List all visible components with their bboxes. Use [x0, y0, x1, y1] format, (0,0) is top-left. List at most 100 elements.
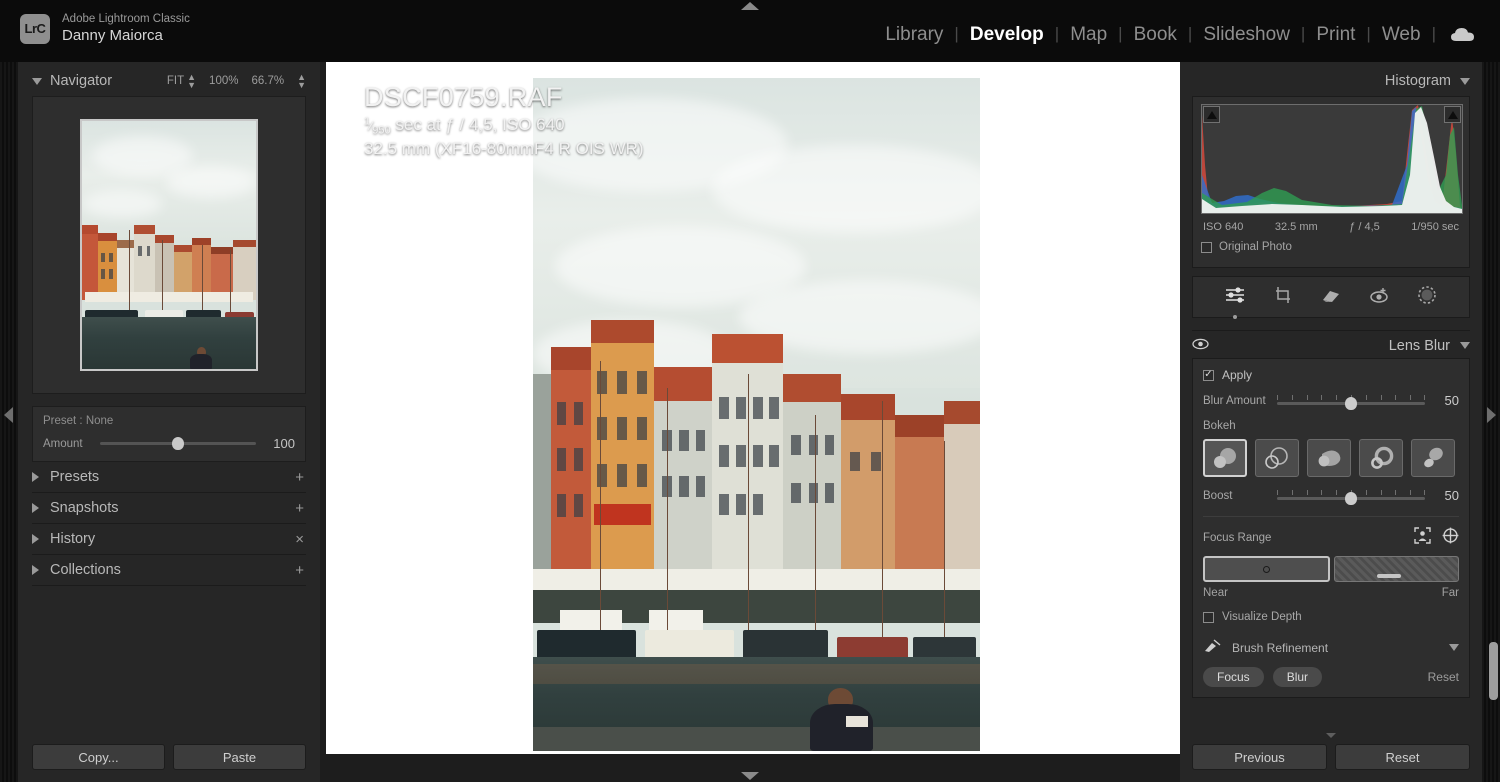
- zoom-fit-stepper-icon[interactable]: ▲ ▼: [187, 73, 196, 90]
- chevron-down-icon[interactable]: [32, 77, 42, 85]
- bokeh-label: Bokeh: [1203, 420, 1236, 432]
- main-photo[interactable]: [533, 78, 980, 751]
- chevron-right-icon[interactable]: [32, 534, 39, 544]
- sidebar-item-presets[interactable]: Presets +: [32, 462, 306, 493]
- brush-blur-button[interactable]: Blur: [1272, 667, 1323, 687]
- brush-reset-link[interactable]: Reset: [1428, 670, 1459, 684]
- left-panel-edge[interactable]: [0, 62, 18, 782]
- chevron-right-icon[interactable]: [32, 565, 39, 575]
- brush-focus-button[interactable]: Focus: [1203, 667, 1264, 687]
- module-book[interactable]: Book: [1123, 25, 1188, 44]
- chevron-right-icon[interactable]: [32, 472, 39, 482]
- boost-knob[interactable]: [1345, 491, 1357, 505]
- bokeh-rings-swatch[interactable]: [1255, 439, 1299, 477]
- filmstrip-collapse-handle[interactable]: [741, 772, 759, 780]
- histogram-metadata: ISO 640 32.5 mm ƒ / 4,5 1/950 sec: [1201, 221, 1461, 233]
- bokeh-circle-swatch[interactable]: [1203, 439, 1247, 477]
- right-panel-edge[interactable]: [1482, 62, 1500, 782]
- masking-icon[interactable]: [1416, 285, 1438, 310]
- right-panel-scrollbar[interactable]: [1489, 642, 1498, 700]
- cloud-icon[interactable]: [1436, 26, 1486, 42]
- amount-slider[interactable]: [100, 437, 256, 450]
- boost-row: Boost 50: [1203, 488, 1459, 505]
- sidebar-item-history[interactable]: History ×: [32, 524, 306, 555]
- chevron-right-icon[interactable]: [32, 503, 39, 513]
- visualize-depth-toggle[interactable]: Visualize Depth: [1203, 611, 1459, 623]
- add-preset-icon[interactable]: +: [295, 469, 304, 486]
- module-print[interactable]: Print: [1305, 25, 1366, 44]
- bokeh-donut-swatch[interactable]: [1359, 439, 1403, 477]
- spot-removal-icon[interactable]: [1320, 285, 1342, 310]
- focus-range-label: Focus Range: [1203, 532, 1272, 544]
- focus-range-near-segment[interactable]: [1203, 556, 1330, 582]
- snapshots-label: Snapshots: [50, 500, 119, 516]
- top-panel-collapse-handle[interactable]: [741, 2, 759, 10]
- crop-icon[interactable]: [1272, 285, 1294, 310]
- chevron-down-icon[interactable]: [1449, 644, 1459, 651]
- sidebar-item-collections[interactable]: Collections +: [32, 555, 306, 586]
- zoom-custom-button[interactable]: 66.7%: [251, 75, 284, 87]
- module-slideshow[interactable]: Slideshow: [1192, 25, 1301, 44]
- brush-refinement-header[interactable]: Brush Refinement: [1203, 639, 1459, 656]
- bokeh-cateye-swatch[interactable]: [1411, 439, 1455, 477]
- blur-amount-value[interactable]: 50: [1433, 393, 1459, 408]
- sidebar-item-snapshots[interactable]: Snapshots +: [32, 493, 306, 524]
- reset-button[interactable]: Reset: [1335, 744, 1470, 770]
- copy-button[interactable]: Copy...: [32, 744, 165, 770]
- chevron-down-icon[interactable]: [1460, 77, 1470, 85]
- module-develop[interactable]: Develop: [959, 25, 1055, 44]
- blur-amount-slider[interactable]: [1277, 394, 1425, 410]
- blur-amount-knob[interactable]: [1345, 396, 1357, 410]
- original-photo-toggle[interactable]: Original Photo: [1201, 241, 1461, 253]
- aperture-value: ƒ / 4,5: [1349, 221, 1380, 233]
- photo-thumbnail-render: [82, 121, 256, 369]
- lens-blur-header[interactable]: Lens Blur: [1192, 330, 1470, 356]
- visualize-depth-checkbox[interactable]: [1203, 611, 1214, 623]
- histogram-graph[interactable]: [1201, 104, 1463, 214]
- focus-range-far-handle[interactable]: [1376, 574, 1401, 578]
- module-library[interactable]: Library: [874, 25, 954, 44]
- basic-edit-icon[interactable]: [1224, 285, 1246, 319]
- histogram-header[interactable]: Histogram: [1192, 68, 1470, 94]
- bokeh-bubble-swatch[interactable]: [1307, 439, 1351, 477]
- photo-canvas[interactable]: DSCF0759.RAF 1⁄950 sec at ƒ / 4,5, ISO 6…: [326, 62, 1184, 754]
- right-panel-buttons: Previous Reset: [1192, 744, 1470, 770]
- focus-range-far-segment[interactable]: [1334, 556, 1459, 582]
- zoom-custom-stepper-icon[interactable]: ▲ ▼: [297, 73, 306, 90]
- navigator-title: Navigator: [50, 73, 113, 89]
- previous-button[interactable]: Previous: [1192, 744, 1327, 770]
- highlight-clipping-indicator[interactable]: [1444, 106, 1461, 123]
- add-snapshot-icon[interactable]: +: [295, 500, 304, 517]
- eye-icon[interactable]: [1192, 337, 1209, 355]
- original-photo-checkbox[interactable]: [1201, 241, 1212, 253]
- focus-range-handle-icon[interactable]: [1263, 565, 1270, 573]
- shadow-clipping-indicator[interactable]: [1203, 106, 1220, 123]
- select-subject-icon[interactable]: [1414, 527, 1431, 549]
- focus-range-labels: Near Far: [1203, 587, 1459, 599]
- red-eye-icon[interactable]: [1368, 285, 1390, 310]
- zoom-100-button[interactable]: 100%: [209, 75, 238, 87]
- navigator-preview-frame[interactable]: [32, 96, 306, 394]
- clear-history-icon[interactable]: ×: [295, 531, 304, 548]
- boost-value[interactable]: 50: [1433, 488, 1459, 503]
- module-web[interactable]: Web: [1371, 25, 1432, 44]
- right-panel-collapse-arrow-icon[interactable]: [1487, 407, 1496, 423]
- paste-button[interactable]: Paste: [173, 744, 306, 770]
- left-panel-collapse-arrow-icon[interactable]: [4, 407, 13, 423]
- apply-checkbox[interactable]: ✓: [1203, 369, 1214, 381]
- chevron-down-icon[interactable]: [1460, 342, 1470, 349]
- focus-range-control[interactable]: [1203, 556, 1459, 582]
- right-panel: Histogram ISO 640 32.5 mm ƒ / 4,5 1/950 …: [1180, 62, 1482, 782]
- boost-slider[interactable]: [1277, 489, 1425, 505]
- amount-slider-knob[interactable]: [172, 437, 184, 450]
- focus-point-icon[interactable]: [1442, 527, 1459, 549]
- zoom-fit-button[interactable]: FIT ▲ ▼: [167, 73, 196, 90]
- left-panel-buttons: Copy... Paste: [32, 744, 306, 770]
- navigator-header[interactable]: Navigator FIT ▲ ▼ 100% 66.7% ▲ ▼: [32, 68, 306, 94]
- amount-value[interactable]: 100: [265, 436, 295, 451]
- navigator-thumbnail[interactable]: [80, 119, 258, 371]
- apply-toggle[interactable]: ✓ Apply: [1203, 368, 1459, 382]
- center-work-area: DSCF0759.RAF 1⁄950 sec at ƒ / 4,5, ISO 6…: [320, 62, 1184, 782]
- add-collection-icon[interactable]: +: [295, 562, 304, 579]
- module-map[interactable]: Map: [1059, 25, 1118, 44]
